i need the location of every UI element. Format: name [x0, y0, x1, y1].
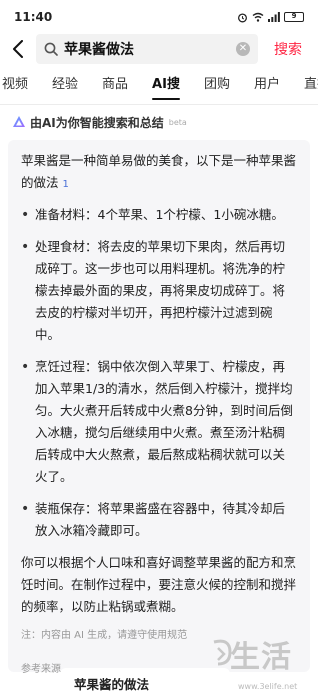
status-icons: 9 [237, 12, 304, 23]
step-text: 烹饪过程：锅中依次倒入苹果丁、柠檬皮，再加入苹果1/3的清水，然后倒入柠檬汁，搅… [35, 359, 293, 484]
divider [0, 104, 318, 105]
step-text: 处理食材：将去皮的苹果切下果肉，然后再切成碎丁。这一步也可以用料理机。将洗净的柠… [35, 239, 286, 342]
search-icon [44, 42, 58, 56]
tab-live[interactable]: 直播 [292, 70, 318, 100]
signal-icon [268, 12, 280, 22]
bullet-dot: • [21, 501, 30, 517]
search-query: 苹果酱做法 [64, 42, 134, 58]
status-time: 11:40 [14, 10, 53, 24]
tab-group-buy[interactable]: 团购 [192, 70, 242, 100]
alarm-icon [238, 12, 247, 22]
tab-experience[interactable]: 经验 [40, 70, 90, 100]
watermark-url: www.3elife.net [238, 682, 298, 691]
ai-header: 由AI为你智能搜索和总结 beta [12, 112, 187, 132]
answer-intro: 苹果酱是一种简单易做的美食，以下是一种苹果酱的做法 1 [21, 150, 297, 196]
search-row: 苹果酱做法 ✕ 搜索 [0, 34, 318, 64]
back-button[interactable] [0, 34, 36, 64]
wifi-icon [252, 12, 264, 22]
clear-icon[interactable]: ✕ [236, 42, 250, 56]
step-item: • 烹饪过程：锅中依次倒入苹果丁、柠檬皮，再加入苹果1/3的清水，然后倒入柠檬汁… [21, 356, 297, 488]
tab-users[interactable]: 用户 [242, 70, 292, 100]
bullet-dot: • [21, 359, 30, 375]
back-icon [13, 40, 23, 58]
watermark-text: 生活 [230, 640, 292, 675]
reference-card[interactable]: 苹果酱的做法 [60, 668, 230, 700]
status-bar: 11:40 9 [0, 0, 318, 34]
ai-title: 由AI为你智能搜索和总结 [30, 115, 164, 130]
answer-outro: 你可以根据个人口味和喜好调整苹果酱的配方和烹饪时间。在制作过程中，要注意火候的控… [21, 555, 297, 614]
bullet-dot: • [21, 239, 30, 255]
step-item: • 准备材料：4个苹果、1个柠檬、1小碗冰糖。 [21, 204, 297, 226]
search-input[interactable]: 苹果酱做法 ✕ [36, 34, 258, 64]
search-button[interactable]: 搜索 [258, 39, 318, 59]
beta-badge: beta [168, 117, 187, 127]
ai-answer: 苹果酱是一种简单易做的美食，以下是一种苹果酱的做法 1 • 准备材料：4个苹果、… [21, 150, 297, 678]
watermark: 生活 www.3elife.net [210, 628, 316, 694]
tab-ai-search[interactable]: AI搜 [140, 70, 192, 100]
tab-video[interactable]: 视频 [0, 70, 40, 100]
step-item: • 处理食材：将去皮的苹果切下果肉，然后再切成碎丁。这一步也可以用料理机。将洗净… [21, 236, 297, 346]
step-text: 装瓶保存：将苹果酱盛在容器中，待其冷却后放入冰箱冷藏即可。 [35, 501, 286, 538]
tab-products[interactable]: 商品 [90, 70, 140, 100]
step-item: • 装瓶保存：将苹果酱盛在容器中，待其冷却后放入冰箱冷藏即可。 [21, 498, 297, 542]
bullet-dot: • [21, 207, 30, 223]
battery-icon: 9 [284, 12, 304, 22]
step-text: 准备材料：4个苹果、1个柠檬、1小碗冰糖。 [35, 207, 284, 222]
tab-bar: 视频 经验 商品 AI搜 团购 用户 直播 [0, 70, 318, 100]
citation-link[interactable]: 1 [63, 179, 69, 190]
ai-logo-icon [13, 116, 25, 127]
